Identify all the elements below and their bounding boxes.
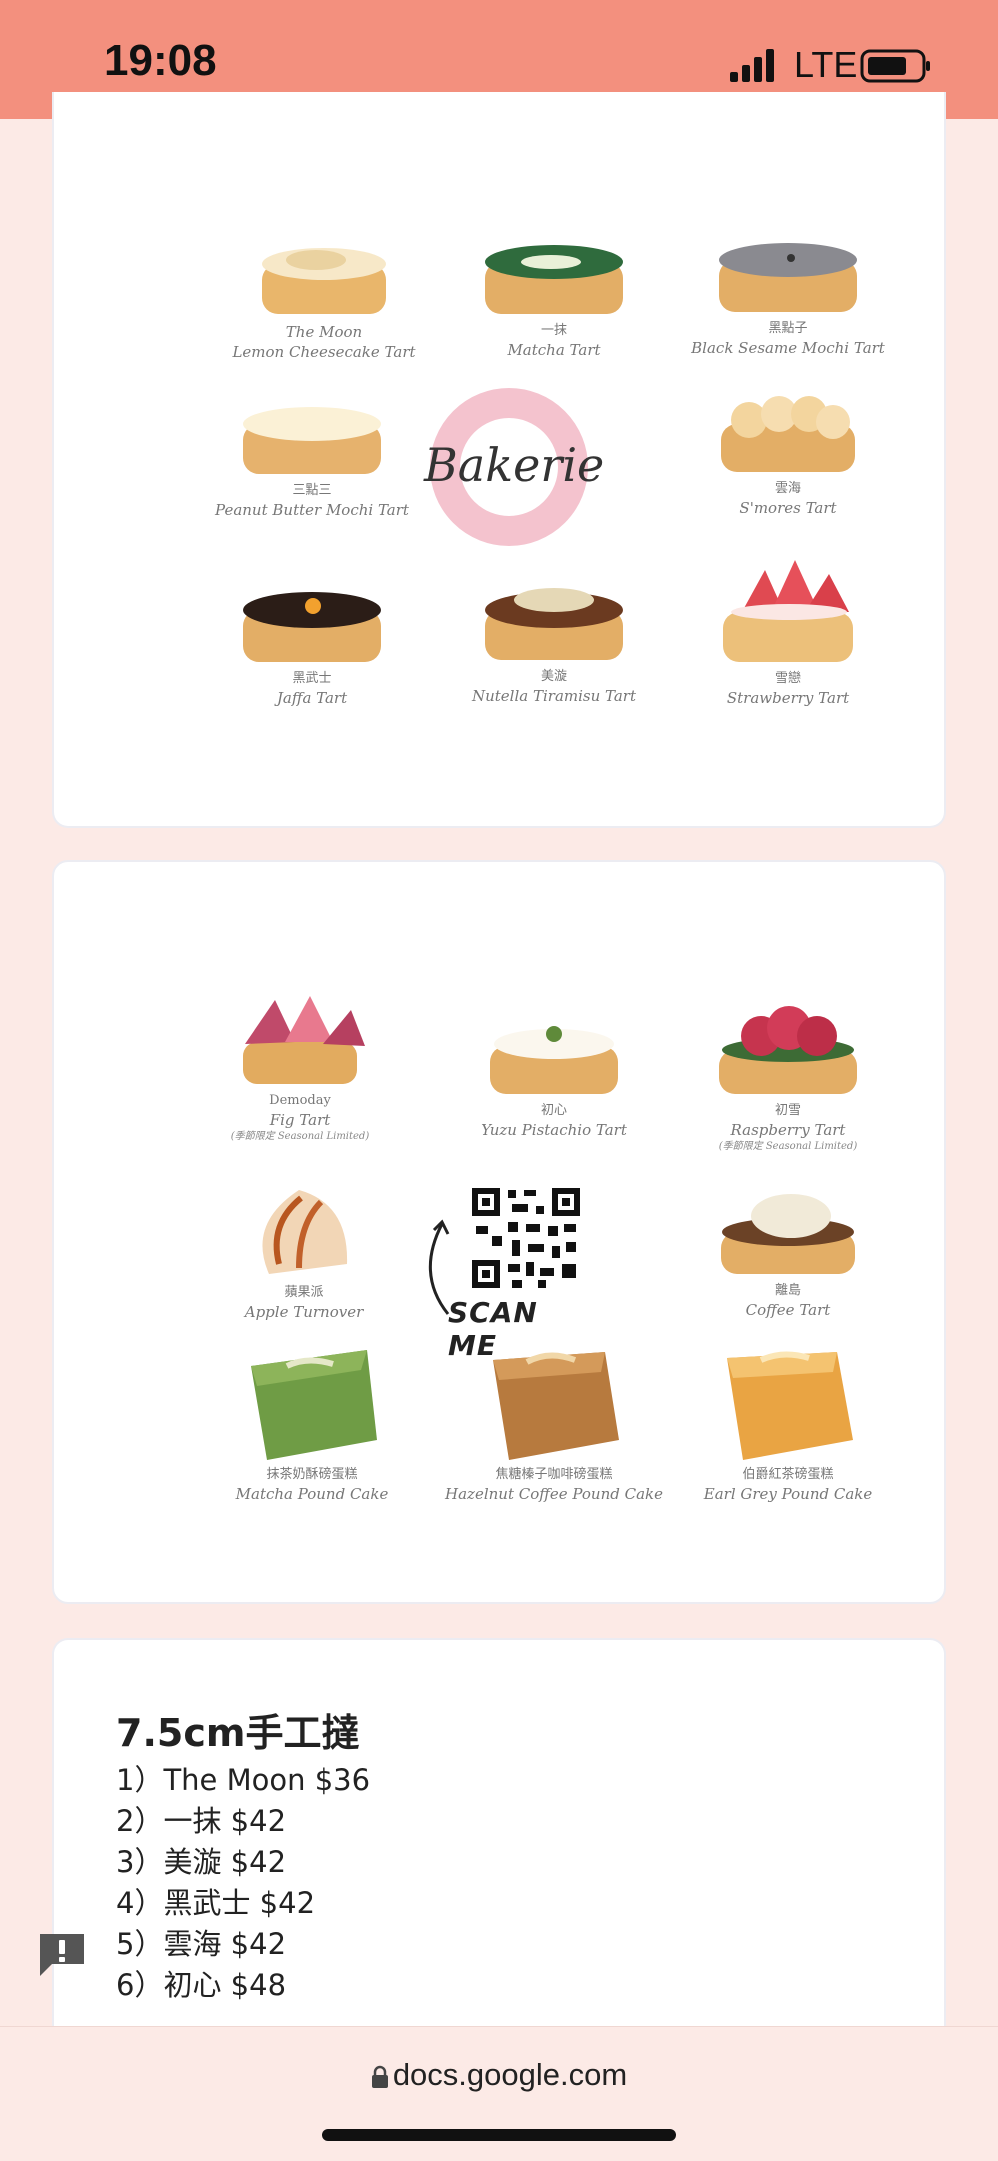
tile-label: Black Sesame Mochi Tart xyxy=(691,338,885,357)
coffee-tart-illustration xyxy=(721,1194,855,1274)
tile-smores: 雲海 S'mores Tart xyxy=(658,390,918,518)
tile-fig: Demoday Fig Tart (季節限定 Seasonal Limited) xyxy=(170,992,430,1143)
tile-raspberry: 初雪 Raspberry Tart (季節限定 Seasonal Limited… xyxy=(658,1002,918,1153)
smores-tart-illustration xyxy=(721,396,855,472)
menu-image-card-cakes: Demoday Fig Tart (季節限定 Seasonal Limited)… xyxy=(52,860,946,1604)
price-item: 5）雲海 $42 xyxy=(116,1927,287,1961)
lock-icon xyxy=(371,2065,388,2088)
tile-nutella-tiramisu: 美漩 Nutella Tiramisu Tart xyxy=(424,578,684,706)
raspberry-tart-illustration xyxy=(719,1006,857,1094)
tile-cn: 初雪 xyxy=(774,1103,801,1118)
tile-cn: 雪戀 xyxy=(774,671,801,686)
price-item: 3）美漩 $42 xyxy=(116,1845,287,1879)
tile-label: Hazelnut Coffee Pound Cake xyxy=(445,1484,663,1503)
tile-note: (季節限定 Seasonal Limited) xyxy=(718,1140,858,1152)
tile-cn: 抹茶奶酥磅蛋糕 xyxy=(266,1467,358,1482)
tile-label: Yuzu Pistachio Tart xyxy=(481,1120,627,1139)
tile-peanut-butter: 三點三 Peanut Butter Mochi Tart xyxy=(182,392,442,520)
address-bar[interactable]: docs.google.com xyxy=(0,2057,998,2093)
nutella-tiramisu-tart-illustration xyxy=(485,588,623,660)
tile-label: Matcha Pound Cake xyxy=(235,1484,389,1503)
tile-black-sesame: 黑點子 Black Sesame Mochi Tart xyxy=(658,230,918,358)
tile-matcha-pound-cake: 抹茶奶酥磅蛋糕 Matcha Pound Cake xyxy=(182,1336,442,1504)
price-list-title: 7.5cm手工撻 xyxy=(116,1711,360,1755)
tile-cn: 伯爵紅茶磅蛋糕 xyxy=(742,1467,834,1482)
tile-cn: 蘋果派 xyxy=(284,1285,324,1300)
earl-grey-pound-cake-illustration xyxy=(727,1351,853,1460)
tile-label: Matcha Tart xyxy=(507,340,601,359)
tile-cn: 黑點子 xyxy=(768,321,808,336)
tile-cn: Demoday xyxy=(269,1093,331,1108)
menu-image-card-tarts: The Moon Lemon Cheesecake Tart 一抹 Matcha… xyxy=(52,92,946,828)
yuzu-pistachio-tart-illustration xyxy=(490,1026,618,1094)
tile-coffee: 離島 Coffee Tart xyxy=(658,1182,918,1320)
qr-code-icon[interactable] xyxy=(468,1184,584,1292)
tile-label: Fig Tart xyxy=(269,1110,331,1129)
lemon-cheesecake-tart-illustration xyxy=(262,248,386,314)
url-text: docs.google.com xyxy=(392,2057,628,2092)
tile-cn: 焦糖榛子咖啡磅蛋糕 xyxy=(495,1467,613,1482)
tile-matcha: 一抹 Matcha Tart xyxy=(424,232,684,360)
browser-bottom-bar: docs.google.com xyxy=(0,2026,998,2161)
tile-cn: 黑武士 xyxy=(292,671,332,686)
tile-label: Strawberry Tart xyxy=(726,688,850,707)
signal-icon xyxy=(730,49,774,82)
tile-label: Peanut Butter Mochi Tart xyxy=(215,500,409,519)
price-item: 1）The Moon $36 xyxy=(116,1763,371,1797)
report-feedback-icon[interactable] xyxy=(36,1930,88,1980)
tile-label: Jaffa Tart xyxy=(276,688,348,707)
price-item: 6）初心 $48 xyxy=(116,1968,287,2002)
tile-jaffa: 黑武士 Jaffa Tart xyxy=(182,580,442,708)
tile-earl-grey-pound-cake: 伯爵紅茶磅蛋糕 Earl Grey Pound Cake xyxy=(658,1336,918,1504)
home-indicator[interactable] xyxy=(322,2129,676,2141)
qr-code-block[interactable]: SCAN ME xyxy=(412,1184,592,1362)
apple-turnover-illustration xyxy=(262,1190,348,1274)
hazelnut-pound-cake-illustration xyxy=(493,1352,619,1460)
tile-label-2: Lemon Cheesecake Tart xyxy=(232,343,416,362)
tile-apple-turnover: 蘋果派 Apple Turnover xyxy=(174,1184,434,1322)
battery-icon xyxy=(860,49,930,83)
tile-label: Raspberry Tart xyxy=(730,1120,846,1139)
price-list: 1）The Moon $36 2）一抹 $42 3）美漩 $42 4）黑武士 $… xyxy=(116,1760,370,2006)
jaffa-tart-illustration xyxy=(243,592,381,662)
strawberry-tart-illustration xyxy=(723,560,853,662)
tile-label: Earl Grey Pound Cake xyxy=(703,1484,873,1503)
cake-menu-illustration: Demoday Fig Tart (季節限定 Seasonal Limited)… xyxy=(54,862,944,1602)
tart-menu-illustration: The Moon Lemon Cheesecake Tart 一抹 Matcha… xyxy=(54,92,944,826)
tile-label: S'mores Tart xyxy=(739,498,837,517)
tile-label: The Moon xyxy=(285,323,363,341)
bakerie-logo: Bakerie xyxy=(424,382,605,552)
peanut-butter-tart-illustration xyxy=(243,407,381,474)
matcha-tart-illustration xyxy=(485,245,623,314)
tile-label: Apple Turnover xyxy=(244,1302,364,1321)
tile-the-moon: The Moon Lemon Cheesecake Tart xyxy=(194,232,454,363)
tile-cn: 雲海 xyxy=(774,481,801,496)
price-list-card: 7.5cm手工撻 1）The Moon $36 2）一抹 $42 3）美漩 $4… xyxy=(52,1638,946,2038)
tile-cn: 離島 xyxy=(774,1283,801,1298)
price-item: 4）黑武士 $42 xyxy=(116,1886,316,1920)
price-item: 2）一抹 $42 xyxy=(116,1804,287,1838)
tile-label: Nutella Tiramisu Tart xyxy=(471,686,637,705)
tile-cn: 三點三 xyxy=(292,483,332,498)
matcha-pound-cake-illustration xyxy=(251,1350,377,1460)
tile-yuzu-pistachio: 初心 Yuzu Pistachio Tart xyxy=(424,1012,684,1140)
tile-strawberry: 雪戀 Strawberry Tart xyxy=(658,550,918,708)
logo-text: Bakerie xyxy=(424,438,605,492)
tile-cn: 一抹 xyxy=(540,323,567,338)
status-time: 19:08 xyxy=(104,36,217,85)
black-sesame-tart-illustration xyxy=(719,243,857,312)
tile-label: Coffee Tart xyxy=(745,1300,831,1319)
tile-note: (季節限定 Seasonal Limited) xyxy=(230,1130,370,1142)
network-label: LTE xyxy=(794,44,858,85)
tile-cn: 美漩 xyxy=(540,669,567,684)
tile-cn: 初心 xyxy=(540,1103,567,1118)
fig-tart-illustration xyxy=(243,996,365,1084)
tile-hazelnut-pound-cake: 焦糖榛子咖啡磅蛋糕 Hazelnut Coffee Pound Cake xyxy=(424,1336,684,1504)
